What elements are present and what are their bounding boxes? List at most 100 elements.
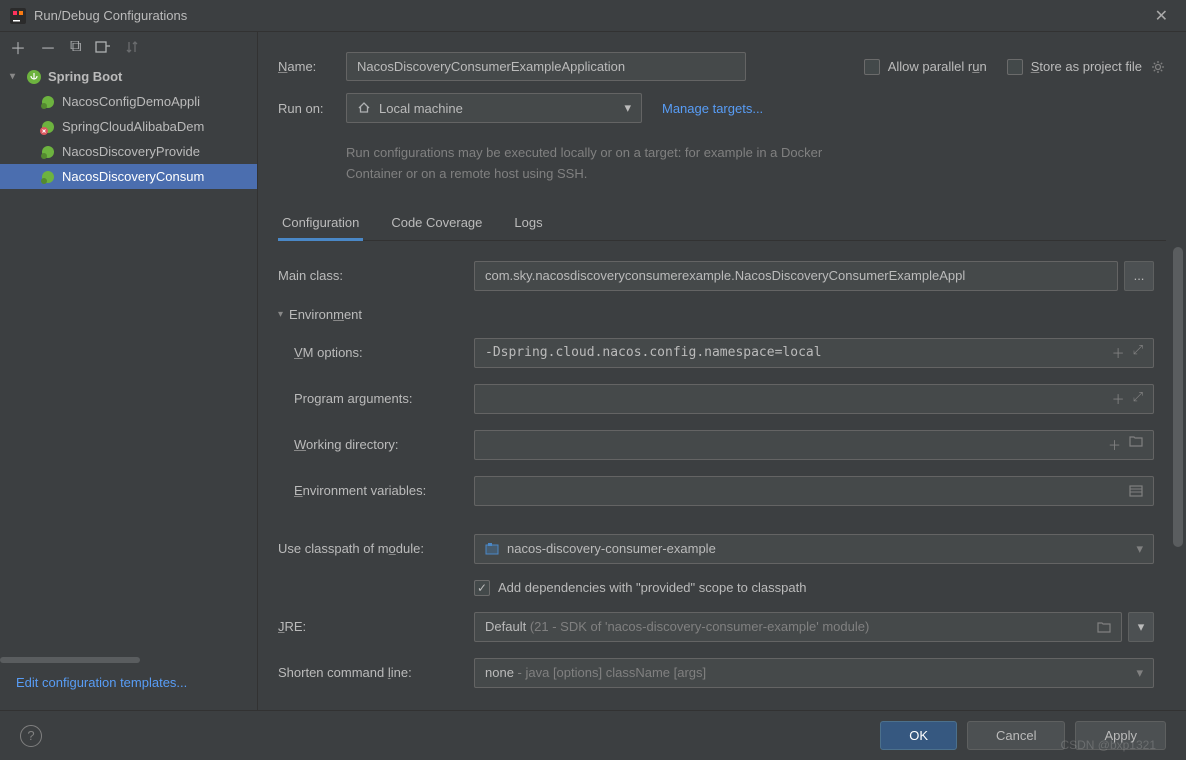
vm-options-label: VM options: — [278, 345, 474, 360]
main-class-input[interactable]: com.sky.nacosdiscoveryconsumerexample.Na… — [474, 261, 1118, 291]
titlebar: Run/Debug Configurations ✕ — [0, 0, 1186, 32]
expand-icon[interactable]: ⤢ — [1133, 389, 1143, 408]
tree-root-label: Spring Boot — [48, 69, 122, 84]
checkbox-icon — [864, 59, 880, 75]
program-args-input[interactable]: ＋ ⤢ — [474, 384, 1154, 414]
tree-item-nacos-provider[interactable]: NacosDiscoveryProvide — [0, 139, 257, 164]
store-file-checkbox[interactable]: Store as project file — [1007, 59, 1142, 75]
checkbox-checked-icon — [474, 580, 490, 596]
v-scrollbar[interactable] — [1173, 247, 1183, 700]
bottom-bar: ? OK Cancel Apply — [0, 710, 1186, 760]
parallel-run-label: Allow parallel run — [888, 59, 987, 74]
chevron-down-icon: ▾ — [278, 309, 283, 320]
deps-checkbox[interactable]: Add dependencies with "provided" scope t… — [474, 580, 806, 596]
tree-item-label: SpringCloudAlibabaDem — [62, 119, 204, 134]
spring-boot-icon — [40, 144, 56, 160]
tabs: Configuration Code Coverage Logs — [278, 205, 1166, 241]
tab-logs[interactable]: Logs — [510, 205, 546, 240]
env-vars-input[interactable] — [474, 476, 1154, 506]
add-icon[interactable]: ＋ — [1112, 343, 1125, 362]
app-icon — [10, 8, 26, 24]
vm-options-row: VM options: -Dspring.cloud.nacos.config.… — [278, 338, 1154, 368]
run-on-hint: Run configurations may be executed local… — [346, 143, 846, 185]
environment-section-header[interactable]: ▾ Environment — [278, 307, 1154, 322]
ok-button[interactable]: OK — [880, 721, 957, 750]
shorten-select[interactable]: none - java [options] className [args] ▾ — [474, 658, 1154, 688]
classpath-label: Use classpath of module: — [278, 541, 474, 556]
env-vars-label: Environment variables: — [278, 483, 474, 498]
tree-item-nacos-config[interactable]: NacosConfigDemoAppli — [0, 89, 257, 114]
shorten-value: none — [485, 665, 514, 680]
folder-icon[interactable] — [1129, 435, 1143, 454]
spring-boot-icon — [40, 94, 56, 110]
tree-root-spring-boot[interactable]: ▾ Spring Boot — [0, 64, 257, 89]
main-content: ＋ － ⧉ ▾ Spring Boot NacosConfigDemoAppli — [0, 32, 1186, 710]
tab-code-coverage[interactable]: Code Coverage — [387, 205, 486, 240]
main-class-value: com.sky.nacosdiscoveryconsumerexample.Na… — [485, 268, 965, 283]
add-icon[interactable]: ＋ — [10, 35, 26, 59]
edit-templates-link[interactable]: Edit configuration templates... — [0, 663, 257, 710]
parallel-run-checkbox[interactable]: Allow parallel run — [864, 59, 987, 75]
deps-checkbox-row: Add dependencies with "provided" scope t… — [278, 580, 1154, 596]
jre-label: JRE: — [278, 619, 474, 634]
checkbox-icon — [1007, 59, 1023, 75]
name-input[interactable] — [346, 52, 746, 81]
store-file-label: Store as project file — [1031, 59, 1142, 74]
chevron-down-icon: ▾ — [624, 100, 631, 116]
jre-hint: (21 - SDK of 'nacos-discovery-consumer-e… — [530, 619, 869, 634]
sort-icon[interactable] — [125, 40, 139, 54]
jre-dropdown-button[interactable]: ▾ — [1128, 612, 1154, 642]
watermark: CSDN @bxp1321 — [1060, 738, 1156, 752]
tree-item-nacos-consumer[interactable]: NacosDiscoveryConsum — [0, 164, 257, 189]
sidebar-toolbar: ＋ － ⧉ — [0, 32, 257, 62]
spring-boot-icon — [40, 169, 56, 185]
main-class-row: Main class: com.sky.nacosdiscoveryconsum… — [278, 261, 1154, 291]
add-icon[interactable]: ＋ — [1112, 389, 1125, 408]
home-icon — [357, 101, 371, 115]
manage-targets-link[interactable]: Manage targets... — [662, 101, 763, 116]
program-args-row: Program arguments: ＋ ⤢ — [278, 384, 1154, 414]
env-vars-row: Environment variables: — [278, 476, 1154, 506]
browse-main-class-button[interactable]: ... — [1124, 261, 1154, 291]
working-dir-label: Working directory: — [278, 437, 474, 452]
working-dir-row: Working directory: ＋ — [278, 430, 1154, 460]
environment-label: Environment — [289, 307, 362, 322]
copy-icon[interactable]: ⧉ — [70, 38, 81, 56]
classpath-select[interactable]: nacos-discovery-consumer-example ▾ — [474, 534, 1154, 564]
window-title: Run/Debug Configurations — [34, 8, 1147, 23]
jre-select[interactable]: Default (21 - SDK of 'nacos-discovery-co… — [474, 612, 1122, 642]
shorten-label: Shorten command line: — [278, 665, 474, 680]
vm-options-input[interactable]: -Dspring.cloud.nacos.config.namespace=lo… — [474, 338, 1154, 368]
remove-icon[interactable]: － — [40, 35, 56, 59]
tree-item-spring-cloud-alibaba[interactable]: SpringCloudAlibabaDem — [0, 114, 257, 139]
add-icon[interactable]: ＋ — [1108, 435, 1121, 454]
folder-icon[interactable] — [1097, 621, 1111, 633]
name-row: Name: Allow parallel run Store as projec… — [278, 52, 1166, 81]
run-on-select[interactable]: Local machine ▾ — [346, 93, 642, 123]
gear-icon[interactable] — [1150, 59, 1166, 75]
sidebar: ＋ － ⧉ ▾ Spring Boot NacosConfigDemoAppli — [0, 32, 258, 710]
shorten-hint: - java [options] className [args] — [518, 665, 707, 680]
classpath-value: nacos-discovery-consumer-example — [507, 541, 716, 556]
right-panel: Name: Allow parallel run Store as projec… — [258, 32, 1186, 710]
close-icon[interactable]: ✕ — [1147, 2, 1176, 30]
tree-item-label: NacosDiscoveryConsum — [62, 169, 204, 184]
help-icon[interactable]: ? — [20, 725, 42, 747]
classpath-row: Use classpath of module: nacos-discovery… — [278, 534, 1154, 564]
save-template-icon[interactable] — [95, 40, 111, 54]
working-dir-input[interactable]: ＋ — [474, 430, 1154, 460]
chevron-down-icon: ▾ — [1136, 665, 1143, 681]
expand-icon[interactable]: ⤢ — [1133, 343, 1143, 362]
name-label: Name: — [278, 59, 346, 74]
cancel-button[interactable]: Cancel — [967, 721, 1065, 750]
run-on-value: Local machine — [379, 101, 463, 116]
list-icon[interactable] — [1129, 485, 1143, 497]
tree-item-label: NacosDiscoveryProvide — [62, 144, 200, 159]
run-on-label: Run on: — [278, 101, 346, 116]
main-class-label: Main class: — [278, 268, 474, 283]
deps-checkbox-label: Add dependencies with "provided" scope t… — [498, 580, 806, 595]
module-icon — [485, 542, 499, 556]
tab-configuration[interactable]: Configuration — [278, 205, 363, 240]
jre-value: Default — [485, 619, 526, 634]
spring-boot-icon — [26, 69, 42, 85]
